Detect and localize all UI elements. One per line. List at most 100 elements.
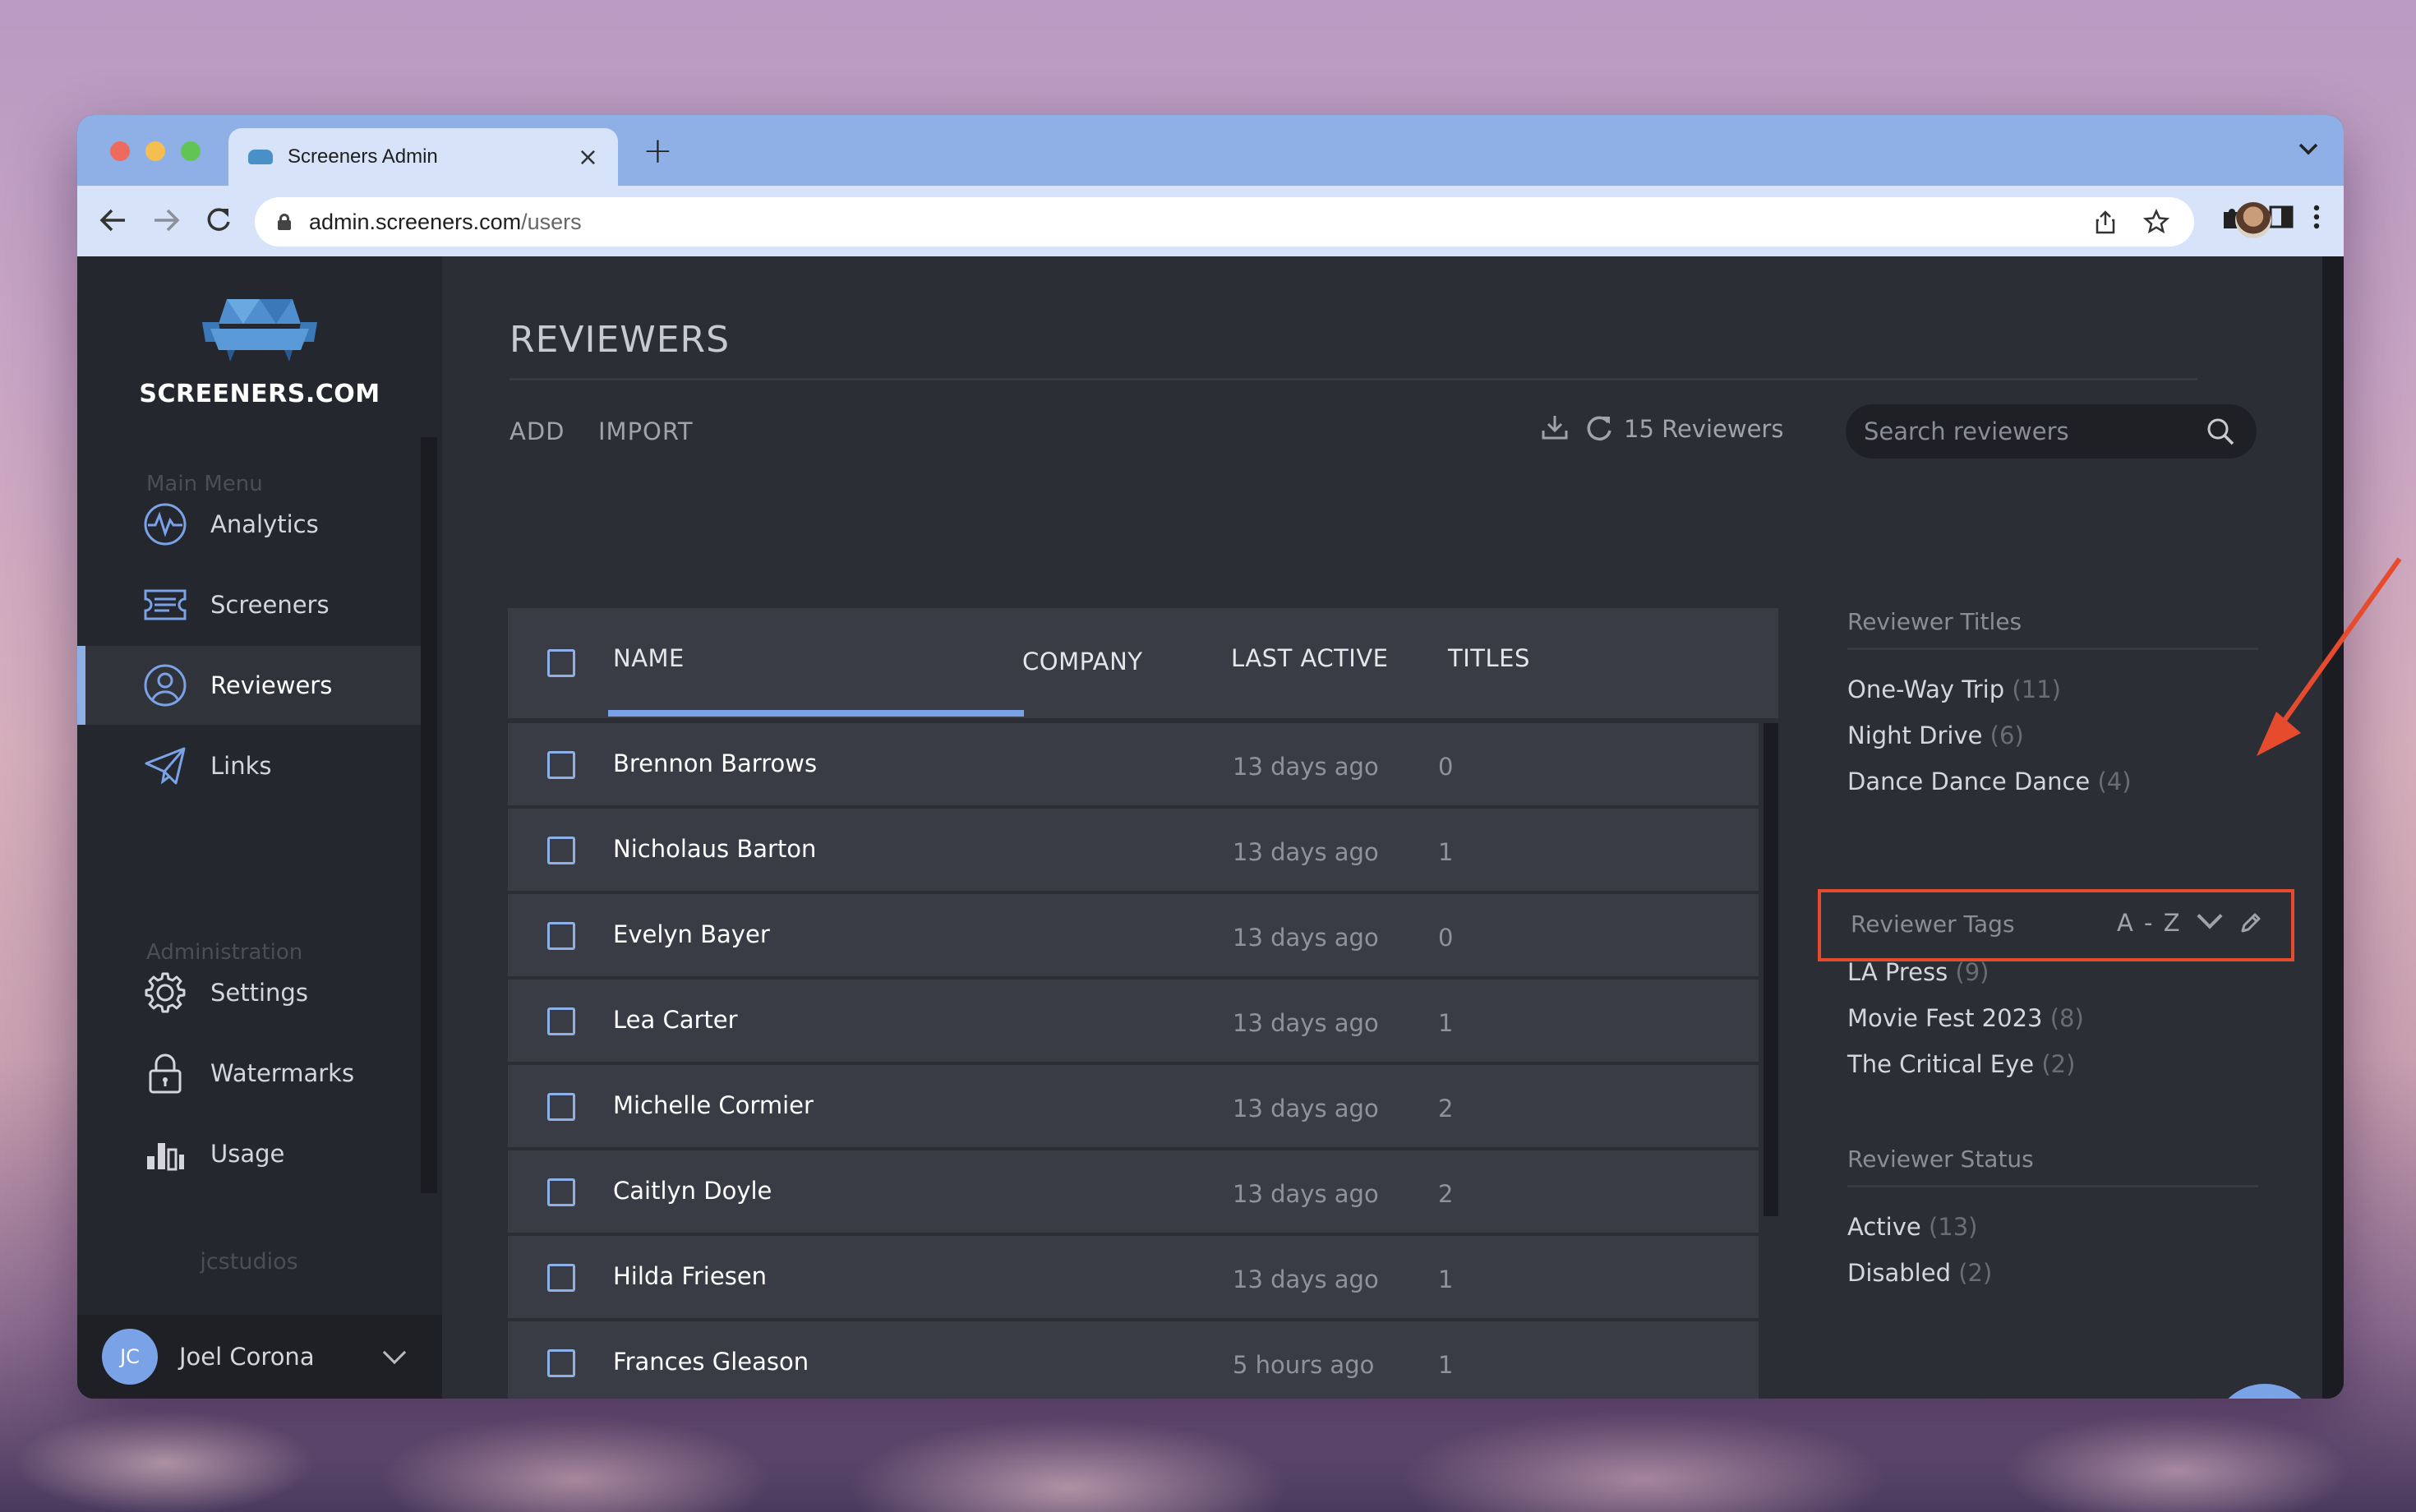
row-checkbox[interactable] [547,751,575,779]
close-tab-icon[interactable]: × [578,143,598,172]
row-checkbox[interactable] [547,837,575,864]
column-header-company[interactable]: COMPANY [1022,648,1142,675]
row-checkbox[interactable] [547,1178,575,1206]
table-row[interactable]: Evelyn Bayer 13 days ago 0 [508,894,1759,976]
table-scrollbar[interactable] [1764,723,1778,1216]
refresh-icon[interactable] [1584,413,1614,445]
new-tab-button[interactable]: + [643,130,673,172]
user-menu[interactable]: JC Joel Corona [77,1315,442,1399]
column-header-last-active[interactable]: LAST ACTIVE [1231,644,1389,672]
reviewer-name[interactable]: Brennon Barrows [613,749,817,777]
filter-status-item[interactable]: Active (13) [1847,1213,1977,1241]
back-button[interactable] [97,202,130,246]
row-checkbox[interactable] [547,922,575,950]
search-icon[interactable] [2206,417,2235,449]
select-all-checkbox[interactable] [547,649,575,677]
row-checkbox[interactable] [547,1007,575,1035]
import-button[interactable]: IMPORT [598,417,694,445]
sidebar-item-reviewers[interactable]: Reviewers [77,646,421,725]
column-header-name[interactable]: NAME [613,644,685,672]
table-row[interactable]: Lea Carter 13 days ago 1 [508,980,1759,1062]
filter-tag-item[interactable]: The Critical Eye (2) [1847,1050,2075,1078]
sidebar-item-analytics[interactable]: Analytics [77,485,421,564]
filter-title-item[interactable]: Night Drive (6) [1847,721,2024,749]
chat-button[interactable] [2212,1384,2317,1399]
sidebar-item-links[interactable]: Links [77,726,421,805]
reviewer-last-active: 5 hours ago [1233,1351,1375,1379]
reviewer-titles-count: 1 [1438,1265,1454,1293]
column-header-titles[interactable]: TITLES [1448,644,1530,672]
bar-chart-icon [143,1132,187,1176]
table-row[interactable]: Hilda Friesen 13 days ago 1 [508,1236,1759,1318]
sidebar: SCREENERS.COM Main Menu Analytics Screen… [77,256,442,1399]
reviewer-titles-count: 2 [1438,1095,1454,1122]
sidebar-scrollbar[interactable] [421,437,437,1193]
sidebar-item-label: Settings [210,979,308,1007]
reviewer-name[interactable]: Frances Gleason [613,1348,809,1376]
tags-sort-label[interactable]: A - Z [2117,909,2182,937]
share-icon[interactable] [2094,209,2117,242]
chevron-down-icon[interactable] [382,1340,407,1365]
address-bar[interactable]: admin.screeners.com/users [255,197,2194,247]
filter-divider [1847,1185,2258,1187]
reviewer-name[interactable]: Michelle Cormier [613,1091,814,1119]
reviewer-last-active: 13 days ago [1233,838,1379,866]
sidebar-item-watermarks[interactable]: Watermarks [77,1034,421,1113]
maximize-window-button[interactable] [181,141,201,161]
minimize-window-button[interactable] [145,141,165,161]
table-row[interactable]: Brennon Barrows 13 days ago 0 [508,723,1759,805]
profile-avatar[interactable] [2235,202,2271,238]
table-row[interactable]: Caitlyn Doyle 13 days ago 2 [508,1150,1759,1233]
reviewer-name[interactable]: Evelyn Bayer [613,920,770,948]
tab-search-icon[interactable] [2298,133,2319,162]
reviewer-last-active: 13 days ago [1233,1009,1379,1037]
table-body: Brennon Barrows 13 days ago 0 Nicholaus Bar… [508,723,1759,1399]
chevron-down-icon[interactable] [2197,903,2223,929]
reviewer-tags-heading: Reviewer Tags [1851,910,2015,938]
table-row[interactable]: Frances Gleason 5 hours ago 1 [508,1321,1759,1399]
search-input[interactable] [1864,417,2192,445]
row-checkbox[interactable] [547,1093,575,1121]
filter-title-item[interactable]: Dance Dance Dance (4) [1847,768,2132,795]
filter-count: (2) [2041,1050,2076,1078]
filter-label: One-Way Trip [1847,675,2005,703]
side-panel-icon[interactable] [2268,204,2294,237]
reviewer-name[interactable]: Nicholaus Barton [613,835,816,863]
gear-icon [143,970,187,1015]
add-button[interactable]: ADD [509,417,565,445]
sidebar-item-screeners[interactable]: Screeners [77,565,421,644]
row-checkbox[interactable] [547,1264,575,1292]
sidebar-item-label: Screeners [210,591,330,619]
reviewer-titles-count: 0 [1438,753,1454,781]
reviewer-last-active: 13 days ago [1233,1180,1379,1208]
reviewer-name[interactable]: Lea Carter [613,1006,738,1034]
lock-icon[interactable] [278,214,291,230]
sidebar-item-usage[interactable]: Usage [77,1114,421,1193]
table-row[interactable]: Nicholaus Barton 13 days ago 1 [508,809,1759,891]
filter-tag-item[interactable]: Movie Fest 2023 (8) [1847,1004,2084,1032]
sidebar-item-settings[interactable]: Settings [77,953,421,1032]
forward-button[interactable] [150,202,182,246]
reload-button[interactable] [202,202,235,246]
filter-status-item[interactable]: Disabled (2) [1847,1259,1992,1287]
download-icon[interactable] [1540,413,1570,445]
pencil-icon[interactable] [2238,910,2263,938]
browser-menu-icon[interactable] [2312,204,2321,237]
filter-title-item[interactable]: One-Way Trip (11) [1847,675,2061,703]
browser-tab[interactable]: Screeners Admin × [228,128,618,186]
close-window-button[interactable] [110,141,130,161]
filter-count: (13) [1928,1213,1978,1241]
user-circle-icon [143,663,187,708]
filter-count: (9) [1955,958,1990,986]
reviewer-titles-count: 1 [1438,1009,1454,1037]
filter-tag-item[interactable]: LA Press (9) [1847,958,1990,986]
reviewer-name[interactable]: Caitlyn Doyle [613,1177,772,1205]
filter-label: LA Press [1847,958,1948,986]
row-checkbox[interactable] [547,1349,575,1377]
reviewer-name[interactable]: Hilda Friesen [613,1262,767,1290]
bookmark-star-icon[interactable] [2142,208,2170,242]
filter-divider [1847,648,2258,650]
table-row[interactable]: Michelle Cormier 13 days ago 2 [508,1065,1759,1147]
favicon-icon [248,150,273,164]
sidebar-item-label: Links [210,752,272,780]
